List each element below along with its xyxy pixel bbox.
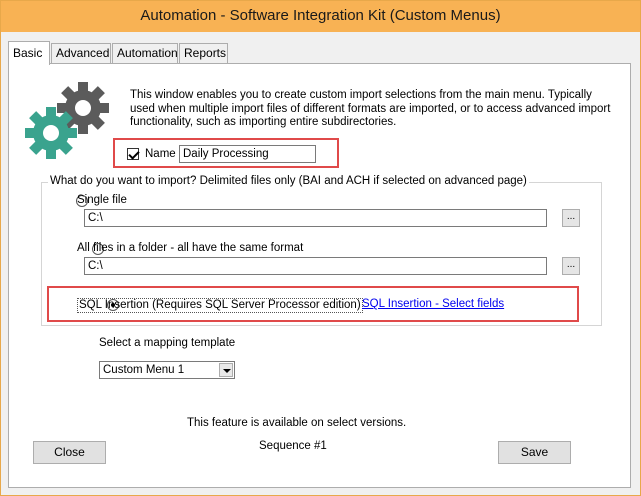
name-label: Name [145,148,176,160]
single-file-label: Single file [77,194,127,206]
save-button[interactable]: Save [498,441,571,464]
tab-basic[interactable]: Basic [8,41,50,65]
description-text: This window enables you to create custom… [130,89,611,128]
mapping-template-label: Select a mapping template [99,337,236,349]
app-window: Automation - Software Integration Kit (C… [0,0,641,496]
gears-icon [25,82,109,159]
sequence-label: Sequence #1 [259,440,327,452]
basic-tab-panel: This window enables you to create custom… [8,63,631,488]
sql-select-fields-link[interactable]: SQL Insertion - Select fields [362,298,504,310]
single-file-path-input[interactable]: C:\ [84,209,547,227]
tab-automation[interactable]: Automation [112,43,178,63]
window-title: Automation - Software Integration Kit (C… [140,7,501,24]
tab-reports[interactable]: Reports [179,43,228,63]
all-files-label: All files in a folder - all have the sam… [77,242,304,254]
name-input[interactable]: Daily Processing [179,145,316,163]
name-checkbox[interactable] [127,148,139,160]
close-button[interactable]: Close [33,441,106,464]
availability-note: This feature is available on select vers… [187,417,407,429]
all-files-browse-button[interactable]: ... [562,257,580,275]
tab-advanced[interactable]: Advanced [51,43,111,63]
all-files-path-input[interactable]: C:\ [84,257,547,275]
mapping-template-select[interactable]: Custom Menu 1 [99,361,235,379]
mapping-template-value: Custom Menu 1 [103,364,185,376]
single-file-browse-button[interactable]: ... [562,209,580,227]
chevron-down-icon[interactable] [219,363,233,377]
import-group-legend: What do you want to import? Delimited fi… [48,175,529,187]
title-bar[interactable]: Automation - Software Integration Kit (C… [1,1,640,32]
sql-insertion-label: SQL Insertion (Requires SQL Server Proce… [77,298,363,313]
